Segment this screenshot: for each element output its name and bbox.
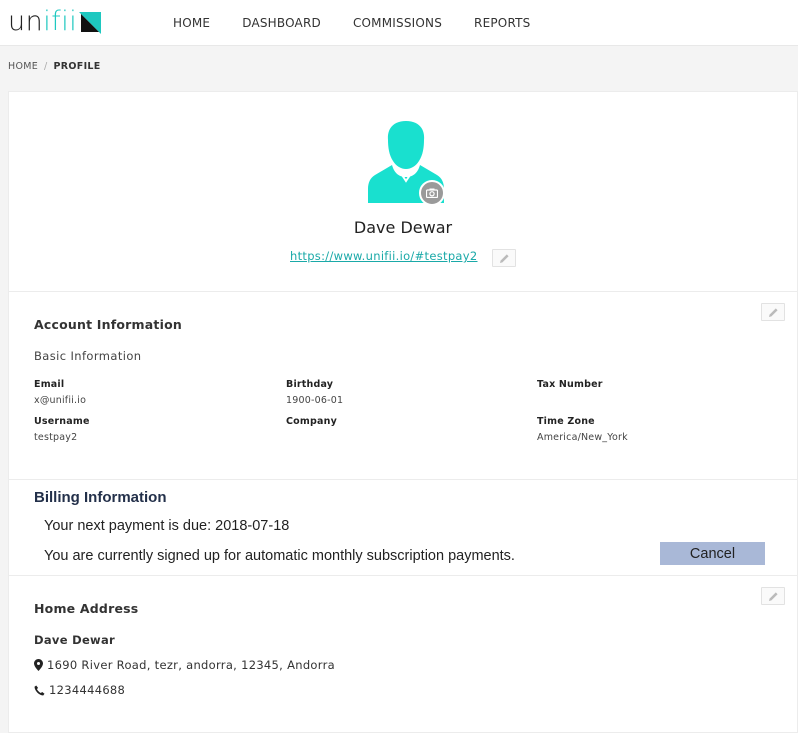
breadcrumb-separator: /	[44, 61, 48, 72]
logo-text-dark: un	[8, 6, 44, 37]
nav-home[interactable]: HOME	[173, 16, 210, 30]
breadcrumb-current: PROFILE	[53, 61, 101, 72]
logo-mark-icon	[79, 12, 102, 34]
phone-icon	[34, 685, 45, 695]
logo-text-accent: ifii	[43, 6, 78, 37]
address-street: 1690 River Road, tezr, andorra, 12345, A…	[47, 658, 335, 672]
pencil-icon	[768, 307, 778, 317]
profile-url-link[interactable]: https://www.unifii.io/#testpay2	[290, 249, 478, 263]
account-info-title: Account Information	[34, 317, 182, 332]
pencil-icon	[768, 591, 778, 601]
breadcrumb-home[interactable]: HOME	[8, 61, 38, 72]
divider	[9, 575, 797, 576]
address-phone-row: 1234444688	[34, 683, 125, 697]
username-label: Username	[34, 416, 90, 427]
username-value: testpay2	[34, 432, 78, 443]
profile-name: Dave Dewar	[353, 218, 453, 237]
edit-address-button[interactable]	[761, 587, 785, 605]
camera-icon[interactable]	[419, 180, 445, 206]
address-street-row: 1690 River Road, tezr, andorra, 12345, A…	[34, 658, 335, 672]
top-navbar: unifii HOME DASHBOARD COMMISSIONS REPORT…	[0, 0, 798, 46]
nav-commissions[interactable]: COMMISSIONS	[353, 16, 442, 30]
divider	[9, 291, 797, 292]
edit-url-button[interactable]	[492, 249, 516, 267]
birthday-label: Birthday	[286, 379, 334, 390]
basic-info-subtitle: Basic Information	[34, 349, 142, 363]
main-nav: HOME DASHBOARD COMMISSIONS REPORTS	[173, 0, 562, 45]
home-address-title: Home Address	[34, 601, 139, 616]
billing-info-title: Billing Information	[34, 489, 167, 506]
next-payment-text: Your next payment is due: 2018-07-18	[44, 518, 290, 534]
timezone-value: America/New_York	[537, 432, 628, 443]
pencil-icon	[499, 253, 509, 263]
company-label: Company	[286, 416, 337, 427]
edit-account-button[interactable]	[761, 303, 785, 321]
unifii-logo[interactable]: unifii	[8, 6, 102, 37]
email-label: Email	[34, 379, 65, 390]
address-name: Dave Dewar	[34, 633, 116, 647]
map-marker-icon	[34, 659, 43, 671]
cancel-subscription-button[interactable]: Cancel	[660, 542, 765, 565]
tax-number-label: Tax Number	[537, 379, 603, 390]
divider	[9, 479, 797, 480]
address-phone: 1234444688	[49, 683, 126, 697]
timezone-label: Time Zone	[537, 416, 595, 427]
subscription-note: You are currently signed up for automati…	[44, 548, 515, 564]
nav-dashboard[interactable]: DASHBOARD	[242, 16, 321, 30]
email-value: x@unifii.io	[34, 395, 87, 406]
profile-card: Dave Dewar https://www.unifii.io/#testpa…	[8, 91, 798, 733]
breadcrumb: HOME / PROFILE	[8, 61, 101, 72]
birthday-value: 1900-06-01	[286, 395, 344, 406]
nav-reports[interactable]: REPORTS	[474, 16, 530, 30]
